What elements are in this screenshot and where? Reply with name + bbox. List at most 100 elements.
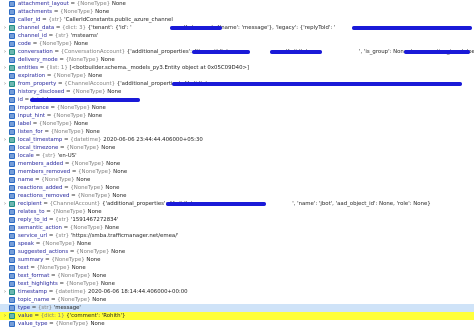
field-icon: [9, 73, 15, 79]
field-icon: [9, 97, 15, 103]
variable-type: {str}: [55, 217, 70, 223]
variable-value: 'message': [53, 305, 81, 311]
variable-row-semantic-action[interactable]: semantic_action = {NoneType} None: [0, 224, 474, 232]
variable-type: {NoneType}: [72, 89, 106, 95]
field-icon: [9, 297, 15, 303]
variable-row-speak[interactable]: speak = {NoneType} None: [0, 240, 474, 248]
field-icon: [9, 33, 15, 39]
variable-type: {str}: [48, 17, 63, 23]
variable-row-label[interactable]: label = {NoneType} None: [0, 120, 474, 128]
variable-row-from-property[interactable]: › from_property = {ChannelAccount} {'addi…: [0, 80, 474, 88]
variable-name: importance: [18, 105, 49, 111]
field-icon: [9, 81, 15, 87]
variable-row-relates-to[interactable]: relates_to = {NoneType} None: [0, 208, 474, 216]
expand-chevron-icon[interactable]: ›: [2, 48, 8, 56]
expand-chevron-icon[interactable]: ›: [2, 312, 8, 320]
variable-name: name: [18, 177, 34, 183]
expand-chevron-icon[interactable]: ›: [2, 288, 8, 296]
variable-row-locale[interactable]: locale = {str} 'en-US': [0, 152, 474, 160]
equals-sign: =: [44, 209, 53, 215]
variable-row-members-removed[interactable]: members_removed = {NoneType} None: [0, 168, 474, 176]
field-icon: [9, 177, 15, 183]
variable-type: {dict: 1}: [40, 313, 65, 319]
variable-row-members-added[interactable]: members_added = {NoneType} None: [0, 160, 474, 168]
equals-sign: =: [41, 201, 50, 207]
variable-row-reactions-removed[interactable]: reactions_removed = {NoneType} None: [0, 192, 474, 200]
field-icon: [9, 305, 15, 311]
variable-row-attachments[interactable]: attachments = {NoneType} None: [0, 8, 474, 16]
variable-name: from_property: [18, 81, 57, 87]
field-icon: [9, 65, 15, 71]
variable-row-value[interactable]: › value = {dict: 1} {'comment': 'Rohith'}: [0, 312, 474, 320]
variable-row-service-url[interactable]: service_url = {str} 'https://smba.traffi…: [0, 232, 474, 240]
equals-sign: =: [47, 217, 56, 223]
variable-row-input-hint[interactable]: input_hint = {NoneType} None: [0, 112, 474, 120]
variable-row-listen-for[interactable]: listen_for = {NoneType} None: [0, 128, 474, 136]
variable-name: semantic_action: [18, 225, 62, 231]
redaction-mark: [404, 50, 470, 54]
variable-name: text_format: [18, 273, 50, 279]
equals-sign: =: [38, 65, 47, 71]
variable-type: {NoneType}: [70, 185, 104, 191]
variable-row-type[interactable]: type = {str} 'message': [0, 304, 474, 312]
variable-row-channel-id[interactable]: channel_id = {str} 'msteams': [0, 32, 474, 40]
field-icon: [9, 209, 15, 215]
expand-chevron-icon[interactable]: ›: [2, 200, 8, 208]
variable-row-topic-name[interactable]: topic_name = {NoneType} None: [0, 296, 474, 304]
variable-value: None: [90, 321, 105, 327]
variable-type: {NoneType}: [53, 73, 87, 79]
variable-row-conversation[interactable]: › conversation = {ConversationAccount} {'…: [0, 48, 474, 56]
variable-value: None: [111, 249, 126, 255]
field-icon: [9, 145, 15, 151]
variable-row-entities[interactable]: › entities = {list: 1} [<botbuilder.schem…: [0, 64, 474, 72]
variable-value: None: [91, 105, 106, 111]
variable-row-history-disclosed[interactable]: history_disclosed = {NoneType} None: [0, 88, 474, 96]
variable-name: members_added: [18, 161, 64, 167]
variable-type: {NoneType}: [76, 1, 111, 7]
variable-row-expiration[interactable]: expiration = {NoneType} None: [0, 72, 474, 80]
variable-row-suggested-actions[interactable]: suggested_actions = {NoneType} None: [0, 248, 474, 256]
variable-row-reactions-added[interactable]: reactions_added = {NoneType} None: [0, 184, 474, 192]
variable-value: None: [76, 241, 92, 247]
variable-name: channel_data: [18, 25, 55, 31]
variable-row-text-format[interactable]: text_format = {NoneType} None: [0, 272, 474, 280]
equals-sign: =: [52, 9, 61, 15]
variable-type: {NoneType}: [76, 249, 110, 255]
variable-row-text[interactable]: text = {NoneType} None: [0, 264, 474, 272]
equals-sign: =: [32, 313, 41, 319]
variable-row-delivery-mode[interactable]: delivery_mode = {NoneType} None: [0, 56, 474, 64]
variable-row-value-type[interactable]: value_type = {NoneType} None: [0, 320, 474, 327]
expand-chevron-icon[interactable]: ›: [2, 24, 8, 32]
variable-row-recipient[interactable]: › recipient = {ChannelAccount} {'addition…: [0, 200, 474, 208]
expand-chevron-icon[interactable]: ›: [2, 64, 8, 72]
variable-value: None: [104, 225, 120, 231]
variable-type: {dict: 3}: [62, 25, 86, 31]
variable-row-local-timezone[interactable]: local_timezone = {NoneType} None: [0, 144, 474, 152]
variable-name: suggested_actions: [18, 249, 69, 255]
variable-row-text-highlights[interactable]: text_highlights = {NoneType} None: [0, 280, 474, 288]
field-icon: [9, 137, 15, 143]
expand-chevron-icon[interactable]: ›: [2, 136, 8, 144]
variable-row-reply-to-id[interactable]: reply_to_id = {str} '1591467272834': [0, 216, 474, 224]
equals-sign: =: [45, 113, 53, 119]
variable-row-summary[interactable]: summary = {NoneType} None: [0, 256, 474, 264]
variable-value: None: [100, 57, 115, 63]
variable-row-code[interactable]: code = {NoneType} None: [0, 40, 474, 48]
variable-row-id[interactable]: id = {str} ': [0, 96, 474, 104]
variables-tree[interactable]: attachment_layout = {NoneType} None attac…: [0, 0, 474, 327]
variable-row-local-timestamp[interactable]: › local_timestamp = {datetime} 2020-06-06…: [0, 136, 474, 144]
variable-value: None: [100, 281, 115, 287]
variable-value: None: [74, 121, 89, 127]
variable-row-channel-data[interactable]: › channel_data = {dict: 3} {'tenant': {'i…: [0, 24, 474, 32]
equals-sign: =: [47, 233, 56, 239]
variable-name: service_url: [18, 233, 48, 239]
expand-chevron-icon[interactable]: ›: [2, 80, 8, 88]
variable-row-attachment-layout[interactable]: attachment_layout = {NoneType} None: [0, 0, 474, 8]
variable-type: {NoneType}: [36, 265, 70, 271]
variable-row-name[interactable]: name = {NoneType} None: [0, 176, 474, 184]
field-icon: [9, 241, 15, 247]
equals-sign: =: [61, 225, 70, 231]
variable-row-timestamp[interactable]: › timestamp = {datetime} 2020-06-06 18:14…: [0, 288, 474, 296]
variable-row-importance[interactable]: importance = {NoneType} None: [0, 104, 474, 112]
variable-row-caller-id[interactable]: caller_id = {str} 'CallerIdConstants.pub…: [0, 16, 474, 24]
